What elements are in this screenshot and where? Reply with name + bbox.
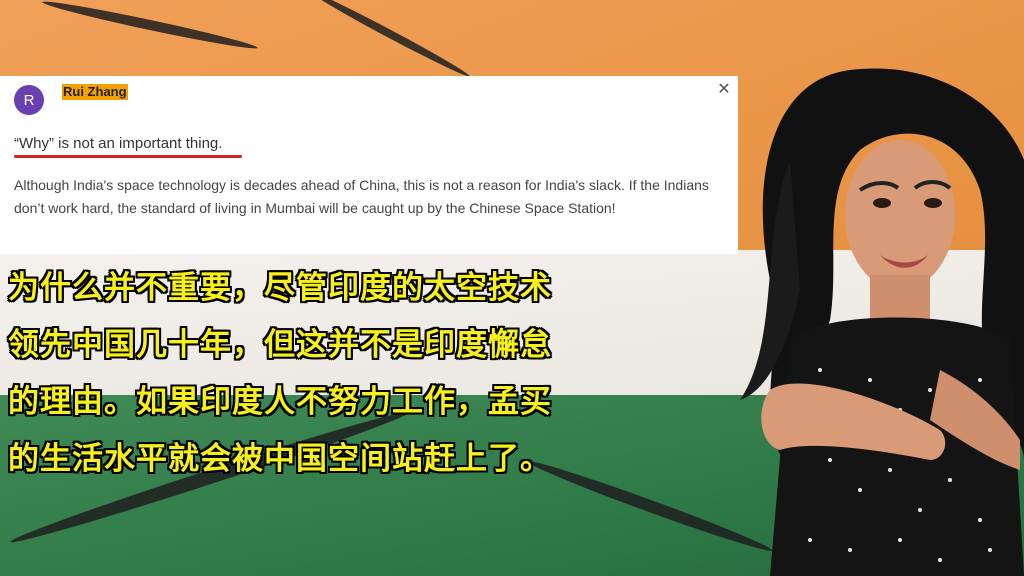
subtitle-line: 的生活水平就会被中国空间站赶上了。	[8, 441, 552, 477]
red-underline	[14, 155, 242, 158]
subtitle-line: 的理由。如果印度人不努力工作，孟买	[8, 384, 552, 420]
author-name[interactable]: Rui Zhang	[62, 84, 128, 100]
comment-card: R Rui Zhang ✕ “Why” is not an important …	[0, 76, 738, 254]
avatar[interactable]: R	[14, 85, 44, 115]
comment-headline: “Why” is not an important thing.	[14, 135, 223, 152]
subtitle-line: 领先中国几十年，但这并不是印度懈怠	[8, 327, 552, 363]
woman-illustration	[740, 68, 1024, 576]
subtitle-line: 为什么并不重要，尽管印度的太空技术	[8, 270, 552, 306]
chinese-subtitles: 为什么并不重要，尽管印度的太空技术 领先中国几十年，但这并不是印度懈怠 的理由。…	[8, 260, 708, 488]
comment-body: Although India's space technology is dec…	[14, 177, 709, 216]
